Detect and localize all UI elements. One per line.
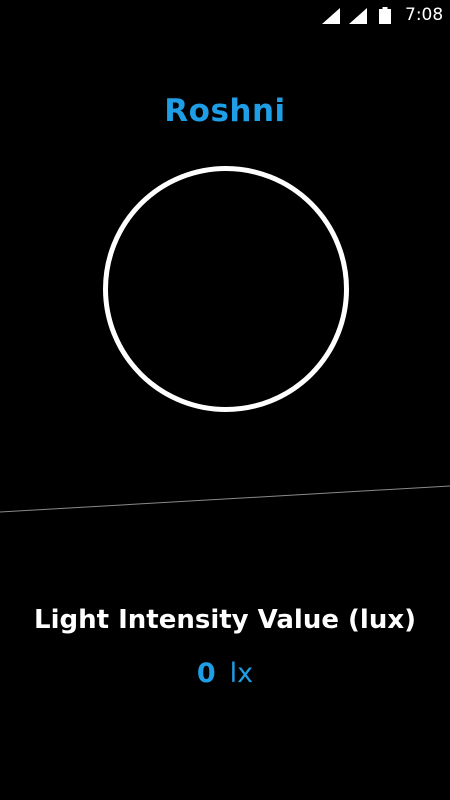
intensity-value-row: 0 lx	[0, 658, 450, 689]
intensity-value: 0	[196, 658, 216, 689]
status-clock: 7:08	[405, 5, 444, 25]
signal-icon	[322, 8, 340, 24]
app-title: Roshni	[164, 93, 286, 129]
battery-icon	[379, 7, 391, 24]
signal-icon	[349, 8, 367, 24]
light-indicator-circle	[103, 166, 349, 412]
status-bar: 7:08	[0, 0, 450, 32]
intensity-label: Light Intensity Value (lux)	[34, 605, 416, 635]
intensity-unit: lx	[229, 658, 254, 689]
